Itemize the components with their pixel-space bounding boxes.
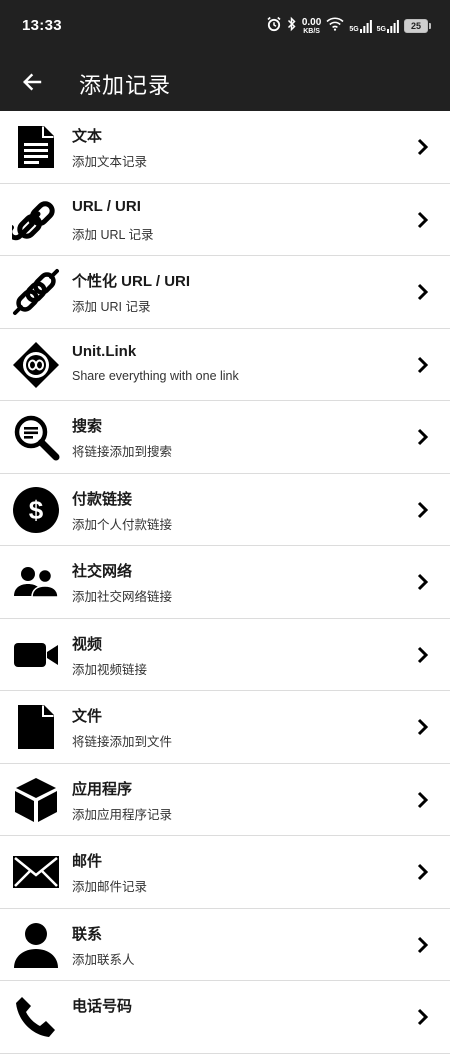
record-item-subtitle: 添加社交网络链接 [72, 590, 173, 604]
chevron-right-icon [416, 644, 430, 666]
cube-icon [12, 776, 60, 824]
chevron-right-icon [416, 571, 430, 593]
chevron-right-icon [416, 426, 430, 448]
record-item-subtitle: 添加视频链接 [72, 662, 148, 677]
chevron-right-icon [416, 861, 430, 883]
record-item-application[interactable]: 应用程序 添加应用程序记录 [0, 764, 450, 836]
record-item-subtitle: 添加 URL 记录 [72, 227, 154, 242]
record-item-subtitle: 添加邮件记录 [72, 880, 148, 894]
record-item-title: 邮件 [72, 853, 103, 870]
people-icon [12, 558, 60, 606]
record-item-title: 文件 [72, 708, 103, 725]
record-item-title: 文本 [72, 128, 103, 145]
status-icons: 0.00 KB/S 5G 5G 25 [266, 14, 431, 38]
chevron-right-icon [416, 281, 430, 303]
file-icon [12, 703, 60, 751]
video-camera-icon [12, 631, 60, 679]
record-item-title: URL / URI [72, 197, 141, 215]
person-icon [12, 921, 60, 969]
record-item-phone[interactable]: 电话号码 [0, 981, 450, 1054]
status-time: 13:33 [22, 17, 62, 34]
record-item-subtitle: 添加联系人 [72, 952, 135, 967]
envelope-icon [12, 848, 60, 896]
record-item-title: 付款链接 [72, 490, 133, 508]
chevron-right-icon [416, 499, 430, 521]
chevron-right-icon [416, 354, 430, 376]
arrow-left-icon [23, 73, 42, 91]
phone-icon [12, 993, 60, 1041]
record-item-video[interactable]: 视频 添加视频链接 [0, 619, 450, 691]
chevron-right-icon [416, 716, 430, 738]
record-item-subtitle: 添加应用程序记录 [72, 807, 173, 822]
record-item-unit-link[interactable]: Unit.Link Share everything with one link [0, 329, 450, 401]
signal-icon-1: 5G [349, 19, 372, 33]
signal-icon-2: 5G [377, 19, 399, 33]
custom-link-icon [12, 268, 60, 316]
search-icon [12, 413, 60, 461]
alarm-icon [266, 16, 282, 37]
record-item-email[interactable]: 邮件 添加邮件记录 [0, 836, 450, 909]
record-item-text[interactable]: 文本 添加文本记录 [0, 111, 450, 184]
chevron-right-icon [416, 136, 430, 158]
battery-icon: 25 [404, 19, 431, 33]
record-item-title: 联系 [72, 925, 103, 943]
record-item-subtitle: 添加文本记录 [72, 155, 148, 169]
link-icon [12, 196, 60, 244]
record-type-list: 文本 添加文本记录 URL / URI 添加 URL 记录 个性化 URL / … [0, 111, 450, 1054]
wifi-icon [326, 17, 344, 36]
record-item-subtitle: 将链接添加到搜索 [72, 445, 173, 459]
unit-link-icon [12, 341, 60, 389]
page-title: 添加记录 [79, 73, 172, 98]
record-item-contact[interactable]: 联系 添加联系人 [0, 909, 450, 981]
record-item-title: 应用程序 [72, 780, 133, 798]
record-item-payment-link[interactable]: $ 付款链接 添加个人付款链接 [0, 474, 450, 546]
record-item-title: Unit.Link [72, 342, 137, 360]
record-item-custom-url[interactable]: 个性化 URL / URI 添加 URI 记录 [0, 256, 450, 329]
bluetooth-icon [287, 16, 297, 37]
document-text-icon [12, 123, 60, 171]
svg-text:$: $ [29, 495, 44, 525]
record-item-title: 社交网络 [72, 563, 133, 580]
record-item-title: 搜索 [72, 418, 103, 435]
record-item-search[interactable]: 搜索 将链接添加到搜索 [0, 401, 450, 474]
record-item-subtitle: 将链接添加到文件 [72, 735, 173, 749]
chevron-right-icon [416, 789, 430, 811]
record-item-subtitle: Share everything with one link [72, 368, 239, 383]
chevron-right-icon [416, 934, 430, 956]
app-bar: 添加记录 [0, 52, 450, 111]
chevron-right-icon [416, 209, 430, 231]
record-item-url[interactable]: URL / URI 添加 URL 记录 [0, 184, 450, 256]
status-bar: 13:33 0.00 KB/S 5G 5G 25 [0, 0, 450, 52]
record-item-subtitle: 添加 URI 记录 [72, 300, 151, 314]
net-speed: 0.00 KB/S [301, 16, 322, 35]
record-item-social-network[interactable]: 社交网络 添加社交网络链接 [0, 546, 450, 619]
record-item-file[interactable]: 文件 将链接添加到文件 [0, 691, 450, 764]
dollar-icon: $ [12, 486, 60, 534]
record-item-title: 视频 [72, 635, 103, 653]
back-button[interactable] [14, 64, 50, 100]
chevron-right-icon [416, 1006, 430, 1028]
record-item-title: 个性化 URL / URI [72, 273, 191, 290]
record-item-subtitle: 添加个人付款链接 [72, 517, 173, 532]
record-item-title: 电话号码 [72, 998, 133, 1015]
